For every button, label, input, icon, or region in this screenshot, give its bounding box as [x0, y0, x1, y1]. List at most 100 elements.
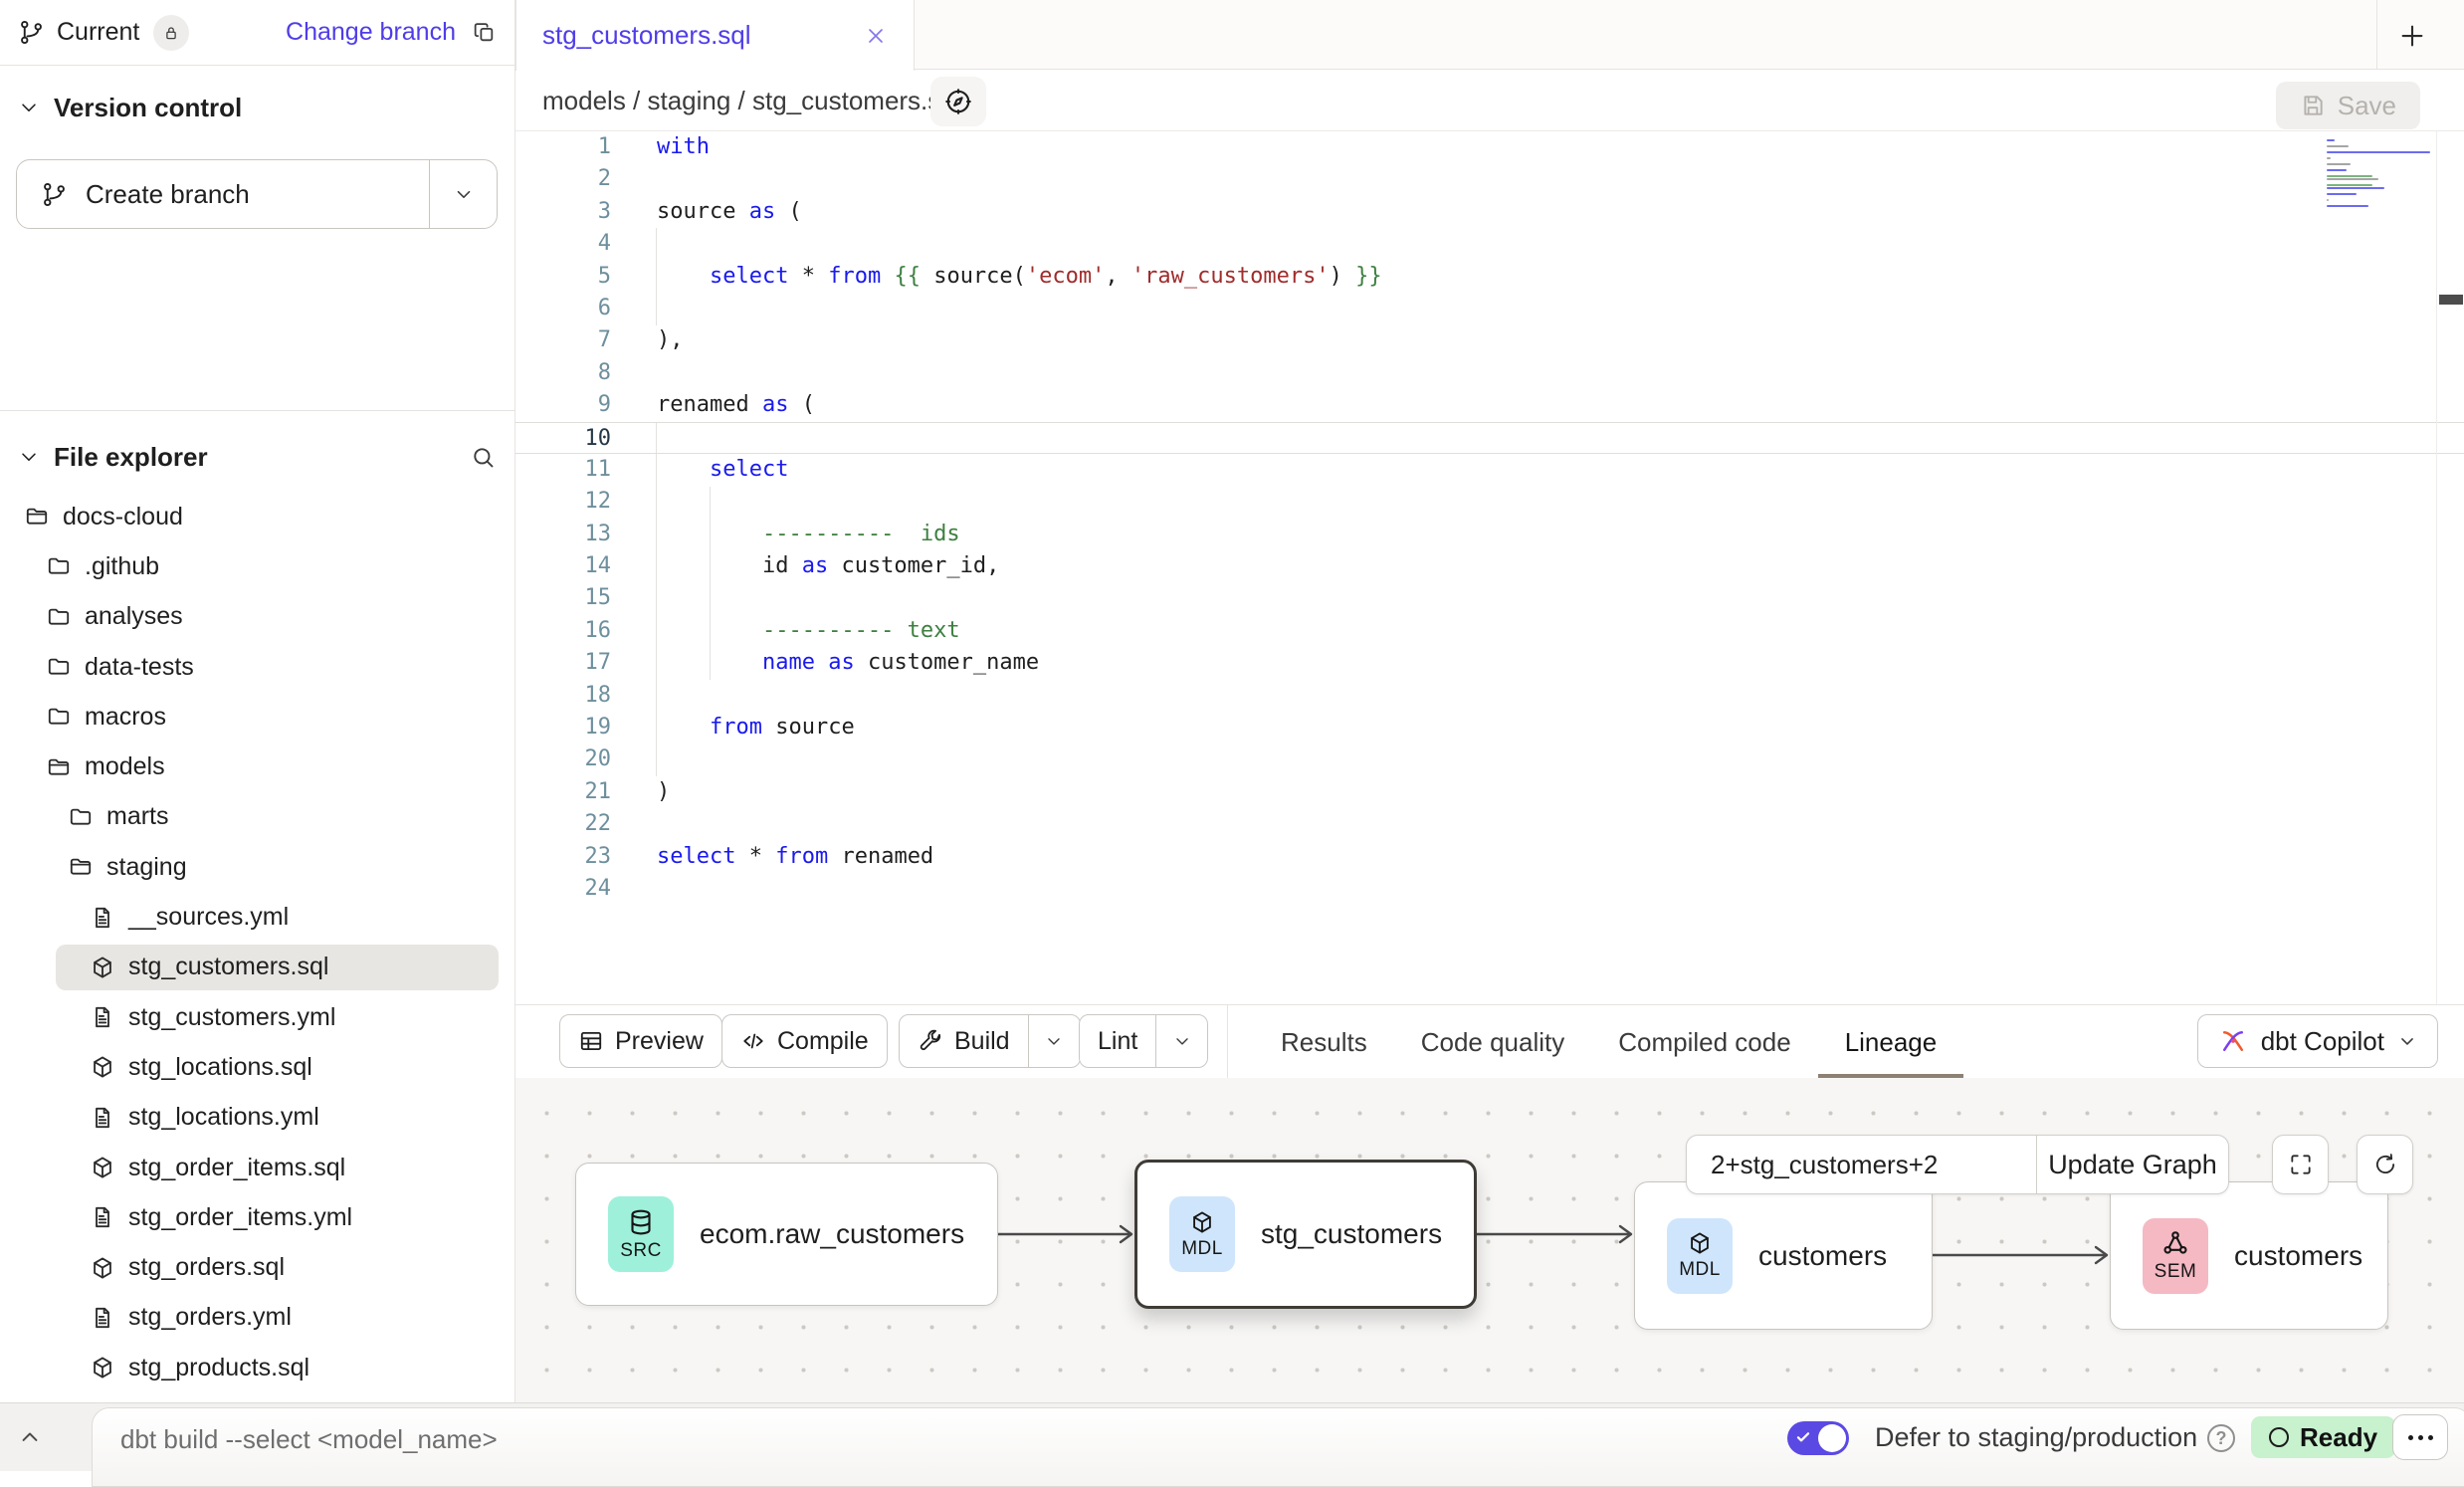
create-branch-main[interactable]: Create branch: [17, 160, 429, 228]
code-line-11[interactable]: 11 select: [515, 454, 2464, 486]
code-line-22[interactable]: 22: [515, 808, 2464, 840]
tab-code-quality[interactable]: Code quality: [1394, 1005, 1592, 1079]
tree-item-staging[interactable]: staging: [0, 842, 514, 892]
tab-lineage[interactable]: Lineage: [1818, 1005, 1964, 1079]
chevron-down-icon: [1044, 1031, 1064, 1051]
change-branch-link[interactable]: Change branch: [286, 18, 456, 47]
tree-item-stg-products-sql[interactable]: stg_products.sql: [0, 1343, 514, 1392]
tree-item-stg-orders-yml[interactable]: stg_orders.yml: [0, 1293, 514, 1343]
save-button[interactable]: Save: [2276, 82, 2420, 129]
tree-item-label: stg_locations.yml: [128, 1103, 319, 1132]
lineage-node-stg-customers[interactable]: MDLstg_customers: [1134, 1160, 1477, 1309]
search-icon[interactable]: [470, 444, 497, 471]
tree-item--sources-yml[interactable]: __sources.yml: [0, 892, 514, 942]
update-graph-button[interactable]: Update Graph: [2036, 1136, 2228, 1193]
code-line-17[interactable]: 17 name as customer_name: [515, 647, 2464, 679]
toolbar-divider: [1227, 1005, 1228, 1079]
lineage-node-customers[interactable]: SEMcustomers: [2110, 1181, 2388, 1330]
preview-button[interactable]: Preview: [559, 1014, 722, 1068]
code-line-8[interactable]: 8: [515, 357, 2464, 389]
tree-item-models[interactable]: models: [0, 742, 514, 791]
scrollbar-thumb[interactable]: [2439, 295, 2463, 305]
code-line-15[interactable]: 15: [515, 582, 2464, 614]
copy-icon[interactable]: [472, 20, 497, 45]
line-number: 15: [515, 582, 611, 614]
build-button[interactable]: Build: [899, 1014, 1081, 1068]
version-control-header[interactable]: Version control: [0, 84, 514, 131]
chevron-up-icon[interactable]: [16, 1423, 44, 1451]
tree-item-macros[interactable]: macros: [0, 692, 514, 742]
file-icon: [90, 1004, 115, 1030]
more-options-button[interactable]: [2392, 1414, 2448, 1460]
tree-item-marts[interactable]: marts: [0, 792, 514, 842]
code-line-5[interactable]: 5 select * from {{ source('ecom', 'raw_c…: [515, 261, 2464, 293]
tree-item-stg-order-items-sql[interactable]: stg_order_items.sql: [0, 1143, 514, 1192]
tree-item-stg-orders-sql[interactable]: stg_orders.sql: [0, 1242, 514, 1292]
tree-item-stg-locations-sql[interactable]: stg_locations.sql: [0, 1042, 514, 1092]
create-branch-button[interactable]: Create branch: [16, 159, 498, 229]
dbt-copilot-button[interactable]: dbt Copilot: [2197, 1014, 2438, 1068]
refresh-button[interactable]: [2357, 1135, 2413, 1194]
file-icon: [90, 1305, 115, 1331]
line-number: 4: [515, 228, 611, 260]
code-line-16[interactable]: 16 ---------- text: [515, 615, 2464, 647]
tree-item-data-tests[interactable]: data-tests: [0, 642, 514, 692]
code-line-7[interactable]: 7),: [515, 324, 2464, 356]
node-type-badge: MDL: [1667, 1218, 1733, 1294]
compile-button[interactable]: Compile: [721, 1014, 888, 1068]
code-line-24[interactable]: 24: [515, 873, 2464, 905]
node-badge-label: MDL: [1679, 1259, 1721, 1281]
help-icon[interactable]: ?: [2207, 1424, 2235, 1452]
command-input[interactable]: [120, 1408, 1016, 1470]
code-line-4[interactable]: 4: [515, 228, 2464, 260]
code-line-1[interactable]: 1with: [515, 131, 2464, 163]
tree-item-stg-order-items-yml[interactable]: stg_order_items.yml: [0, 1192, 514, 1242]
code-line-2[interactable]: 2: [515, 163, 2464, 195]
minimap[interactable]: [2327, 139, 2432, 211]
code-line-19[interactable]: 19 from source: [515, 712, 2464, 744]
code-line-10[interactable]: 10: [515, 422, 2464, 454]
current-branch-label: Current: [57, 18, 139, 47]
line-number: 14: [515, 550, 611, 582]
tab-results[interactable]: Results: [1254, 1005, 1394, 1079]
code-line-9[interactable]: 9renamed as (: [515, 389, 2464, 421]
code-line-21[interactable]: 21): [515, 776, 2464, 808]
minimap-line: [2327, 154, 2432, 156]
tree-item--github[interactable]: .github: [0, 541, 514, 591]
defer-toggle[interactable]: [1787, 1421, 1849, 1455]
code-line-3[interactable]: 3source as (: [515, 196, 2464, 228]
code-line-6[interactable]: 6: [515, 293, 2464, 324]
lint-button[interactable]: Lint: [1079, 1014, 1208, 1068]
code-line-13[interactable]: 13 ---------- ids: [515, 519, 2464, 550]
lineage-node-customers[interactable]: MDLcustomers: [1634, 1181, 1933, 1330]
fullscreen-button[interactable]: [2272, 1135, 2329, 1194]
tab-stg-customers-sql[interactable]: stg_customers.sql: [515, 0, 915, 71]
close-icon[interactable]: [864, 24, 888, 48]
refresh-icon: [2372, 1152, 2398, 1177]
minimap-line: [2327, 205, 2368, 207]
minimap-line: [2327, 193, 2357, 195]
tree-item-stg-customers-yml[interactable]: stg_customers.yml: [0, 992, 514, 1042]
tree-item-stg-locations-yml[interactable]: stg_locations.yml: [0, 1093, 514, 1143]
build-dropdown[interactable]: [1028, 1015, 1080, 1067]
tree-item-docs-cloud[interactable]: docs-cloud: [0, 492, 514, 541]
tree-item-label: stg_products.sql: [128, 1354, 309, 1382]
new-tab-button[interactable]: [2390, 14, 2434, 58]
lineage-selector-input[interactable]: [1687, 1136, 2036, 1193]
code-line-18[interactable]: 18: [515, 680, 2464, 712]
code-editor[interactable]: 1with23source as (45 select * from {{ so…: [515, 131, 2464, 1004]
tree-item-analyses[interactable]: analyses: [0, 592, 514, 642]
code-line-20[interactable]: 20: [515, 744, 2464, 775]
cube-icon: [90, 1255, 115, 1281]
lineage-canvas[interactable]: SRCecom.raw_customers MDLstg_customers MDL…: [515, 1078, 2464, 1402]
code-line-12[interactable]: 12: [515, 486, 2464, 518]
tree-item-stg-customers-sql[interactable]: stg_customers.sql: [0, 943, 514, 992]
code-line-14[interactable]: 14 id as customer_id,: [515, 550, 2464, 582]
tab-compiled-code[interactable]: Compiled code: [1591, 1005, 1817, 1079]
create-branch-dropdown[interactable]: [429, 160, 497, 228]
lineage-node-ecom-raw-customers[interactable]: SRCecom.raw_customers: [575, 1163, 998, 1306]
file-explorer-header[interactable]: File explorer: [0, 433, 514, 481]
code-line-23[interactable]: 23select * from renamed: [515, 841, 2464, 873]
docs-compass-button[interactable]: [930, 77, 986, 126]
lint-dropdown[interactable]: [1155, 1015, 1207, 1067]
